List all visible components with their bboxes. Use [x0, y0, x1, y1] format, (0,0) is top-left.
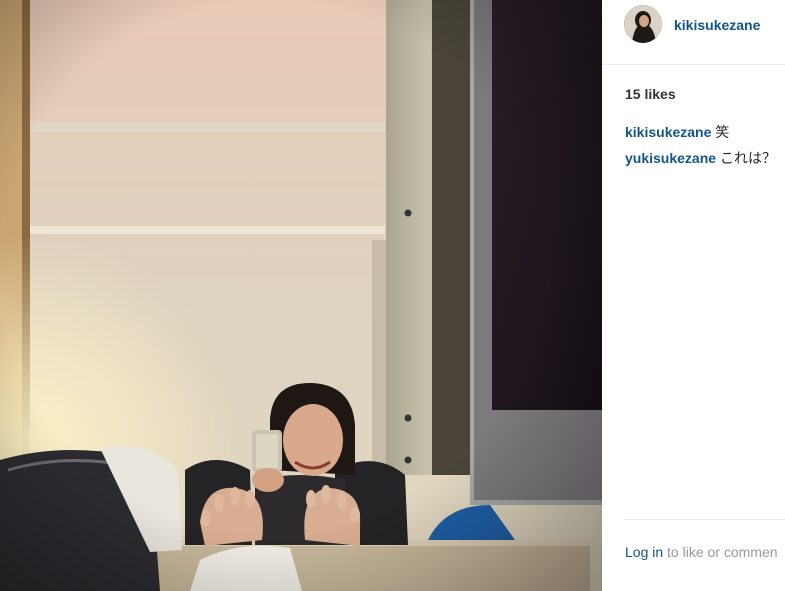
comment-text: これは？	[719, 150, 776, 166]
comment: kikisukezane 笑	[625, 122, 729, 142]
comment: yukisukezane これは？	[625, 148, 776, 168]
avatar-image	[624, 5, 662, 43]
login-prompt: Log in to like or commen	[625, 544, 785, 560]
login-prompt-text: to like or commen	[667, 544, 778, 560]
login-link[interactable]: Log in	[625, 544, 663, 560]
avatar[interactable]	[624, 5, 662, 43]
post-header: kikisukezane	[602, 0, 785, 65]
comment-author[interactable]: kikisukezane	[625, 124, 711, 140]
photo-illustration	[0, 0, 602, 591]
likes-count: 15 likes	[625, 86, 676, 102]
post-username[interactable]: kikisukezane	[674, 17, 760, 33]
comment-author[interactable]: yukisukezane	[625, 150, 716, 166]
post-side-panel: kikisukezane 15 likes kikisukezane 笑 yuk…	[602, 0, 785, 591]
footer-divider	[624, 519, 785, 520]
post-photo[interactable]	[0, 0, 602, 591]
comment-text: 笑	[715, 124, 730, 140]
